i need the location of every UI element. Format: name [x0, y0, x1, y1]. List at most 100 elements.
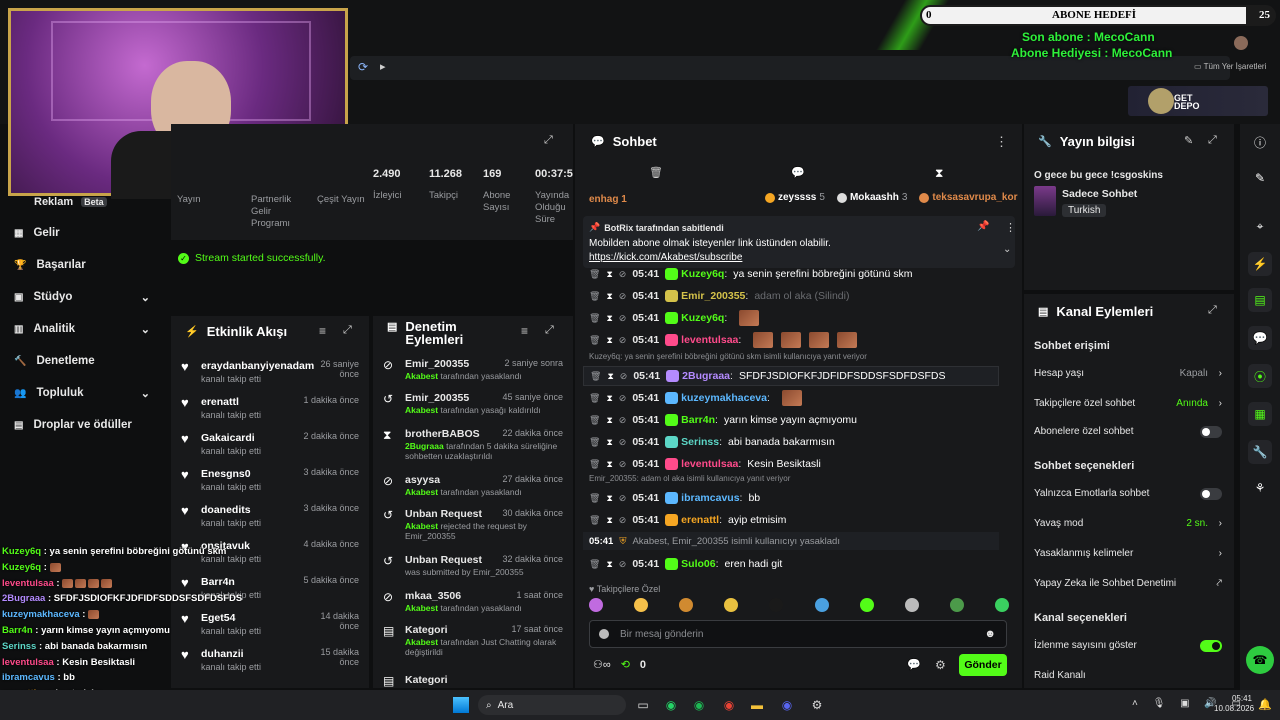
- timeout-icon[interactable]: ⧗: [607, 371, 613, 382]
- refresh-icon[interactable]: ⟳: [358, 60, 368, 74]
- pinned-link[interactable]: https://kick.com/Akabest/subscribe: [589, 252, 742, 263]
- discord-icon[interactable]: ◉: [776, 694, 798, 716]
- ban-icon[interactable]: ⊘: [619, 515, 627, 526]
- nav-item[interactable]: 🔨 Denetleme: [14, 350, 164, 372]
- channel-actions-popout-icon[interactable]: ⤢: [1208, 304, 1217, 317]
- activity-user[interactable]: erenattl: [201, 396, 239, 408]
- timeout-icon[interactable]: ⧗: [606, 393, 612, 404]
- ban-icon[interactable]: ⊘: [619, 393, 627, 404]
- nav-item[interactable]: 👥 Topluluk ⌄: [14, 382, 164, 404]
- ban-icon[interactable]: ⊘: [619, 291, 627, 302]
- timeout-icon[interactable]: ⧗: [606, 459, 612, 470]
- edit-icon[interactable]: ✎: [1184, 134, 1193, 147]
- emoji-icon[interactable]: ☻: [984, 628, 996, 640]
- unpin-icon[interactable]: 📌: [977, 221, 989, 232]
- info-icon[interactable]: ⓘ: [1248, 130, 1272, 154]
- delete-icon[interactable]: 🗑: [589, 515, 600, 526]
- delete-icon[interactable]: 🗑: [589, 269, 600, 280]
- modaction-actor[interactable]: Akabest: [405, 637, 438, 647]
- chat-message[interactable]: 🗑 ⧗ ⊘ 05:41 erenattl: ayip etmisim: [575, 510, 1015, 530]
- ban-icon[interactable]: ⊘: [619, 313, 627, 324]
- ban-icon[interactable]: ⊘: [619, 415, 627, 426]
- top-gifter[interactable]: Mokaashh 3: [836, 192, 907, 203]
- filter-icon[interactable]: ≡: [319, 324, 326, 338]
- chat-message[interactable]: 🗑 ⧗ ⊘ 05:41 kuzeymakhaceva:: [575, 388, 1015, 408]
- timeout-icon[interactable]: ⧗: [606, 559, 612, 570]
- nav-item[interactable]: ▦ Gelir: [14, 222, 164, 244]
- chat-menu-icon[interactable]: ⋮: [995, 134, 1008, 150]
- tool-icon[interactable]: 🔧: [1248, 440, 1272, 464]
- delete-icon[interactable]: 🗑: [589, 559, 600, 570]
- chat-message[interactable]: 🗑 ⧗ ⊘ 05:41 Kuzey6q: ya senin şerefini b…: [575, 264, 1015, 284]
- forward-icon[interactable]: ▸: [380, 60, 386, 73]
- delete-icon[interactable]: 🗑: [589, 393, 600, 404]
- emote-icon[interactable]: [859, 598, 874, 612]
- users-icon[interactable]: ⚇∞: [593, 658, 611, 671]
- file-icon[interactable]: ▤: [1248, 288, 1272, 312]
- emote-icon[interactable]: [814, 598, 829, 612]
- chat-message[interactable]: 🗑 ⧗ ⊘ 05:41 Kuzey6q:: [575, 308, 1015, 328]
- followers-chat-row[interactable]: Takipçilere özel sohbet Anında ›: [1034, 398, 1224, 409]
- top-gifter[interactable]: teksasavrupa_kor: [919, 192, 1020, 203]
- chat-message[interactable]: 🗑 ⧗ ⊘ 05:41 leventulsaa: Kesin Besiktasl…: [575, 454, 1015, 474]
- message-user[interactable]: Emir_200355: [681, 290, 745, 302]
- modactions-popout-icon[interactable]: ⤢: [545, 324, 554, 337]
- pinned-message[interactable]: 📌 BotRix tarafından sabitlendi 📌 ⋮ Mobil…: [583, 216, 1016, 268]
- message-user[interactable]: leventulsaa: [681, 458, 738, 470]
- modaction-actor[interactable]: 2Bugraaa: [405, 441, 444, 451]
- ban-icon[interactable]: ⊘: [619, 269, 627, 280]
- modaction-name[interactable]: Kategori: [405, 624, 448, 636]
- chevron-down-icon[interactable]: ⌄: [1003, 244, 1011, 255]
- chat-message[interactable]: 🗑 ⧗ ⊘ 05:41 Barr4n: yarın kimse yayın aç…: [575, 410, 1015, 430]
- delete-icon[interactable]: 🗑: [589, 437, 600, 448]
- chat-input[interactable]: Bir mesaj gönderin ☻: [589, 620, 1007, 648]
- nav-item[interactable]: 🏆 Başarılar: [14, 254, 164, 276]
- timeout-icon[interactable]: ⧗: [606, 493, 612, 504]
- emote-icon[interactable]: [949, 598, 964, 612]
- timeout-icon[interactable]: ⧗: [606, 335, 612, 346]
- activity-user[interactable]: Gakaicardi: [201, 432, 255, 444]
- delete-icon[interactable]: 🗑: [589, 291, 600, 302]
- message-user[interactable]: 2Bugraaa: [682, 370, 730, 382]
- nav-reklam[interactable]: Reklam Beta: [14, 196, 107, 208]
- modaction-name[interactable]: Unban Request: [405, 508, 482, 520]
- pinned-menu-icon[interactable]: ⋮: [1005, 221, 1016, 234]
- nav-item[interactable]: ▤ Droplar ve ödüller: [14, 414, 164, 436]
- stream-info-popout-icon[interactable]: ⤢: [1208, 134, 1217, 147]
- modaction-name[interactable]: Emir_200355: [405, 392, 469, 404]
- modaction-name[interactable]: Kategori: [405, 674, 448, 686]
- emote-icon[interactable]: [769, 598, 784, 612]
- delete-icon[interactable]: 🗑: [589, 313, 600, 324]
- stack-icon[interactable]: ▦: [1248, 402, 1272, 426]
- taskview-icon[interactable]: ▭: [632, 694, 654, 716]
- modactions-filter-icon[interactable]: ≡: [521, 324, 528, 338]
- share-icon[interactable]: ⚘: [1248, 476, 1272, 500]
- send-button[interactable]: Gönder: [959, 654, 1007, 676]
- message-user[interactable]: Kuzey6q: [681, 312, 724, 324]
- nav-item[interactable]: ▣ Stüdyo ⌄: [14, 286, 164, 308]
- timeout-icon[interactable]: ⧗: [606, 515, 612, 526]
- modaction-name[interactable]: Emir_200355: [405, 358, 469, 370]
- target-icon[interactable]: ⌖: [1248, 214, 1272, 238]
- ban-icon[interactable]: ⊘: [619, 459, 627, 470]
- delete-icon[interactable]: 🗑: [589, 493, 600, 504]
- expand-icon[interactable]: ⤢: [544, 134, 553, 147]
- timeout-icon[interactable]: ⧗: [606, 415, 612, 426]
- emotes-only-toggle[interactable]: [1200, 488, 1222, 500]
- trash-icon[interactable]: 🗑: [649, 166, 663, 179]
- chat-message[interactable]: 🗑 ⧗ ⊘ 05:41 leventulsaa:: [575, 330, 1015, 350]
- emote-icon[interactable]: [904, 598, 919, 612]
- pencil-icon[interactable]: ✎: [1248, 166, 1272, 190]
- modaction-actor[interactable]: Akabest: [405, 603, 438, 613]
- chrome-icon[interactable]: ◉: [718, 694, 740, 716]
- broadcast-icon[interactable]: ⦿: [1248, 364, 1272, 388]
- modaction-actor[interactable]: Akabest: [405, 487, 438, 497]
- modaction-name[interactable]: brotherBABOS: [405, 428, 480, 440]
- ad-banner[interactable]: GET DEPO: [1128, 86, 1268, 116]
- activity-user[interactable]: Enesgns0: [201, 468, 251, 480]
- lightning-icon[interactable]: ⚡: [1248, 252, 1272, 276]
- ai-moderation-row[interactable]: Yapay Zeka ile Sohbet Denetimi ⤤: [1034, 578, 1224, 589]
- app-icon[interactable]: ⚙: [806, 694, 828, 716]
- chat-message[interactable]: 🗑 ⧗ ⊘ 05:41 Serinss: abi banada bakarmıs…: [575, 432, 1015, 452]
- folder-icon[interactable]: ▬: [746, 694, 768, 716]
